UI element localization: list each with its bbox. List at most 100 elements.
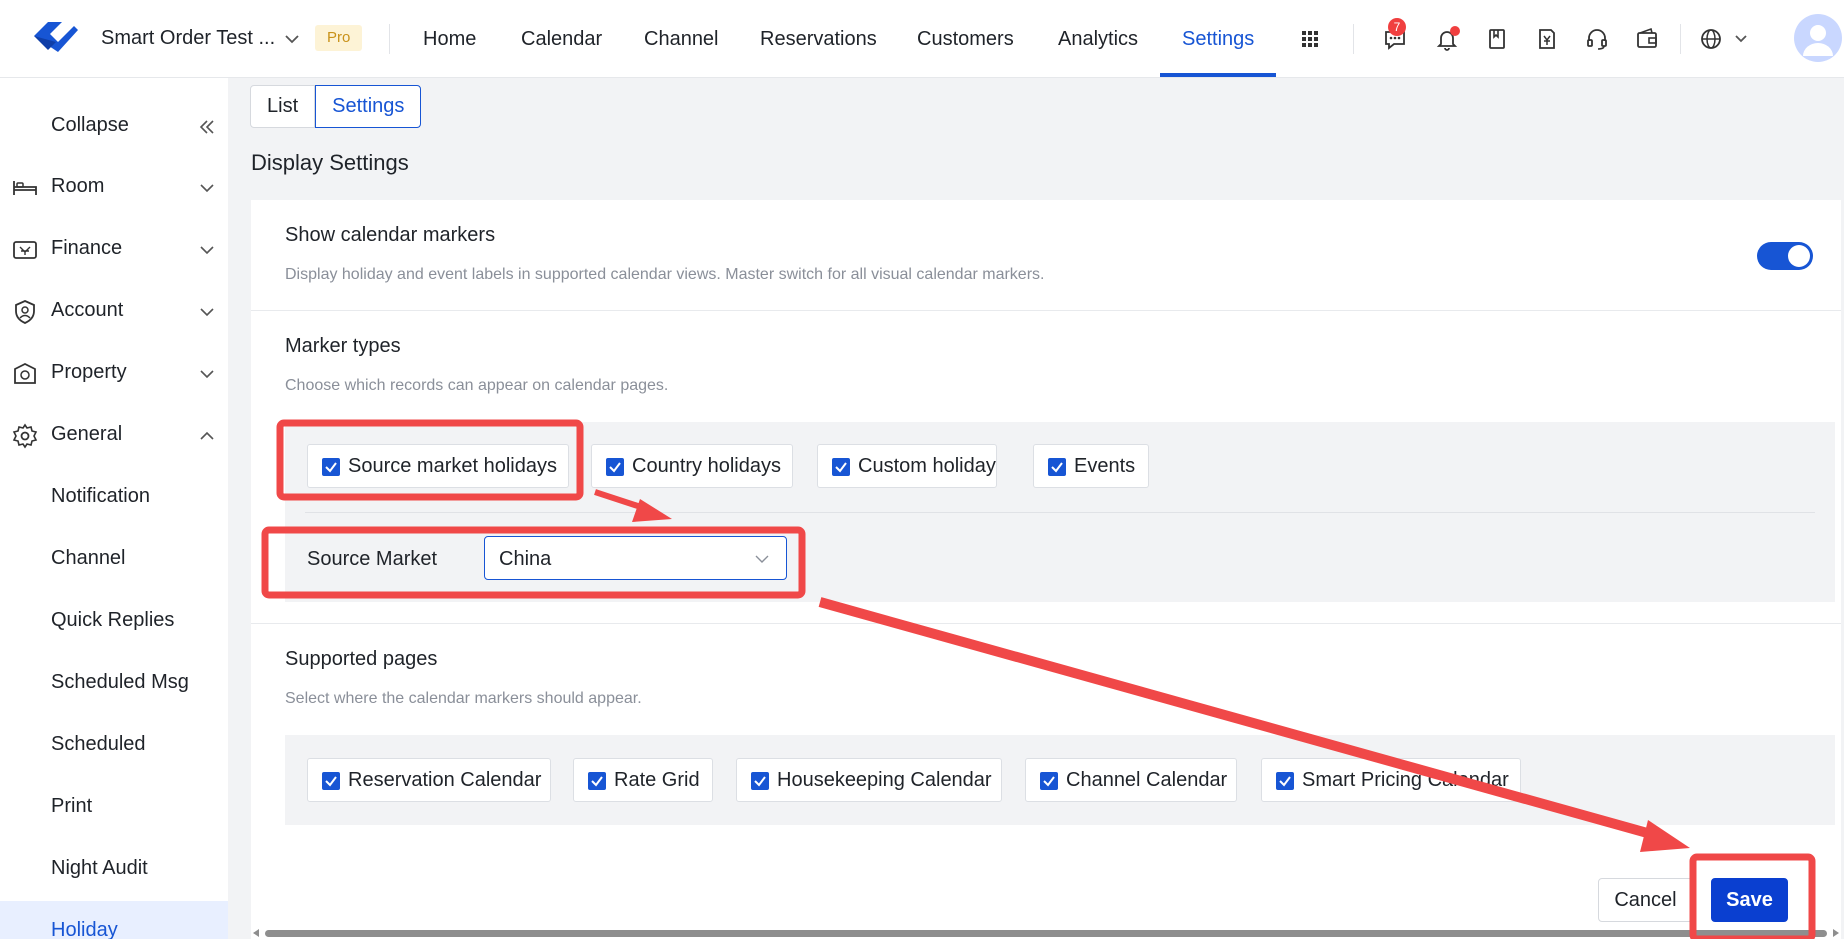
sidebar-item-label: Holiday [51,919,118,939]
sidebar-item-label: Account [51,299,124,321]
marker-types-panel: Source market holidays Country holidays … [285,422,1835,602]
sidebar-subitem-night-audit[interactable]: Night Audit [0,839,228,899]
divider [389,24,390,54]
checkbox-checked-icon [832,458,850,476]
nav-customers[interactable]: Customers [917,0,1014,78]
checkbox-events[interactable]: Events [1033,444,1149,488]
divider [1680,24,1681,54]
chevron-down-icon[interactable] [283,30,301,48]
chevron-up-icon [200,431,214,440]
cash-register-icon [13,241,37,259]
cancel-button[interactable]: Cancel [1598,878,1693,922]
chevron-down-icon[interactable] [1733,31,1749,47]
sidebar-subitem-holiday[interactable]: Holiday [0,901,228,939]
property-icon [14,362,36,384]
app-logo[interactable] [28,16,82,58]
source-market-select[interactable]: China [484,536,787,580]
checkbox-country-holidays[interactable]: Country holidays [591,444,793,488]
checkbox-checked-icon [322,458,340,476]
marker-types-section: Marker types Choose which records can ap… [251,311,1841,624]
checkbox-label: Reservation Calendar [348,769,542,791]
sidebar-subitem-quick-replies[interactable]: Quick Replies [0,591,228,651]
avatar[interactable] [1794,14,1842,62]
sidebar-item-label: Night Audit [51,857,148,879]
wallet-icon[interactable] [1634,26,1660,52]
sidebar-item-finance[interactable]: Finance [0,219,228,279]
checkbox-label: Events [1074,455,1136,477]
page-title: Display Settings [251,150,409,175]
nav-home[interactable]: Home [423,0,476,78]
property-name[interactable]: Smart Order Test ... [101,27,275,50]
checkbox-custom-holiday[interactable]: Custom holiday [817,444,997,488]
section-description: Display holiday and event labels in supp… [285,266,1045,283]
scroll-right-icon[interactable] [1833,929,1839,937]
sidebar-item-label: Quick Replies [51,609,175,631]
sidebar-item-room[interactable]: Room [0,157,228,217]
chevron-down-icon [755,555,769,563]
scrollbar-thumb[interactable] [265,930,1827,937]
globe-icon[interactable] [1698,26,1724,52]
nav-reservations[interactable]: Reservations [760,0,877,78]
sidebar-subitem-print[interactable]: Print [0,777,228,837]
sidebar-item-label: Notification [51,485,150,507]
invoice-yen-icon[interactable] [1534,26,1560,52]
double-chevron-left-icon[interactable] [198,118,216,136]
tab-settings[interactable]: Settings [315,85,422,128]
sidebar-item-label: Scheduled Msg [51,671,189,693]
checkbox-smart-pricing-calendar[interactable]: Smart Pricing Calendar [1261,758,1521,802]
top-bar: Smart Order Test ... Pro Home Calendar C… [0,0,1844,78]
horizontal-scrollbar[interactable] [251,926,1841,939]
checkbox-label: Source market holidays [348,455,557,477]
sidebar-item-property[interactable]: Property [0,343,228,403]
sidebar-item-label: General [51,423,123,445]
chevron-down-icon [200,184,214,193]
checkbox-reservation-calendar[interactable]: Reservation Calendar [307,758,551,802]
bookmark-icon[interactable] [1484,26,1510,52]
scroll-left-icon[interactable] [253,929,259,937]
checkbox-source-market-holidays[interactable]: Source market holidays [307,444,569,488]
nav-channel[interactable]: Channel [644,0,719,78]
checkbox-checked-icon [588,772,606,790]
chevron-down-icon [200,370,214,379]
calendar-markers-section: Show calendar markers Display holiday an… [251,200,1841,311]
nav-settings[interactable]: Settings [1182,0,1254,78]
user-shield-icon [15,300,35,324]
checkbox-checked-icon [1040,772,1058,790]
nav-calendar[interactable]: Calendar [521,0,602,78]
checkbox-checked-icon [751,772,769,790]
sidebar-item-general[interactable]: General [0,405,228,465]
section-description: Select where the calendar markers should… [285,690,642,707]
divider [305,512,1815,513]
save-button[interactable]: Save [1711,878,1788,922]
settings-card: Show calendar markers Display holiday an… [251,200,1841,939]
sidebar-item-label: Finance [51,237,123,259]
checkbox-channel-calendar[interactable]: Channel Calendar [1025,758,1237,802]
checkbox-checked-icon [1276,772,1294,790]
headset-icon[interactable] [1584,26,1610,52]
apps-grid-icon[interactable] [1297,26,1323,52]
checkbox-label: Custom holiday [858,455,996,477]
nav-analytics[interactable]: Analytics [1058,0,1138,78]
checkbox-rate-grid[interactable]: Rate Grid [573,758,713,802]
notification-dot [1450,26,1460,36]
checkbox-checked-icon [606,458,624,476]
checkbox-housekeeping-calendar[interactable]: Housekeeping Calendar [736,758,1002,802]
nav-active-indicator [1160,73,1276,77]
gear-icon [12,423,38,449]
section-title: Marker types [285,335,401,357]
checkbox-label: Rate Grid [614,769,700,791]
chevron-down-icon [200,308,214,317]
section-description: Choose which records can appear on calen… [285,377,669,394]
tab-list[interactable]: List [250,85,316,128]
sidebar-item-label: Scheduled [51,733,146,755]
checkbox-label: Channel Calendar [1066,769,1228,791]
sidebar-subitem-scheduled-msg[interactable]: Scheduled Msg [0,653,228,713]
sidebar-subitem-scheduled[interactable]: Scheduled [0,715,228,775]
sidebar-item-label: Print [51,795,93,817]
sidebar-collapse[interactable]: Collapse [0,96,228,156]
sidebar-item-account[interactable]: Account [0,281,228,341]
sidebar-subitem-channel[interactable]: Channel [0,529,228,589]
main-content: List Settings Display Settings Show cale… [228,78,1844,939]
sidebar-subitem-notification[interactable]: Notification [0,467,228,527]
calendar-markers-toggle[interactable] [1757,242,1813,270]
